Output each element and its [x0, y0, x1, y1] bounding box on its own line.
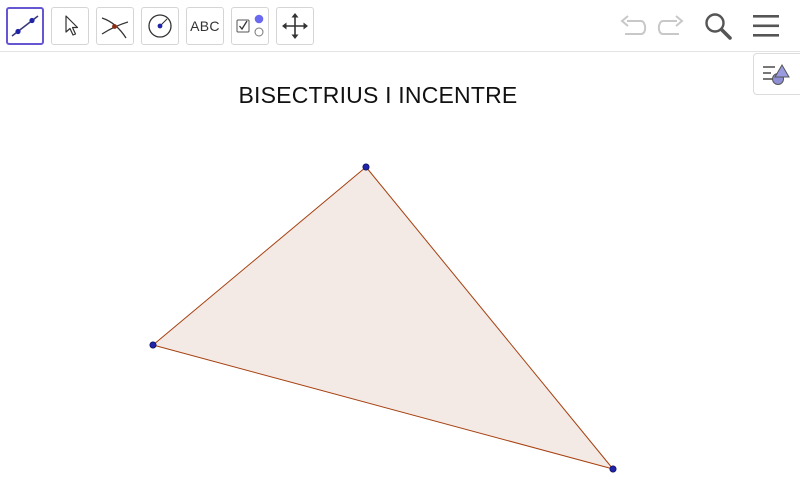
vertex-point-left[interactable] — [149, 341, 157, 349]
geometry-layer — [149, 163, 617, 473]
triangle-polygon[interactable] — [153, 167, 613, 469]
geogebra-app: ABC BISECTRIUS I INCENTRE — [0, 0, 800, 503]
vertex-point-top[interactable] — [362, 163, 370, 171]
vertex-point-right[interactable] — [609, 465, 617, 473]
